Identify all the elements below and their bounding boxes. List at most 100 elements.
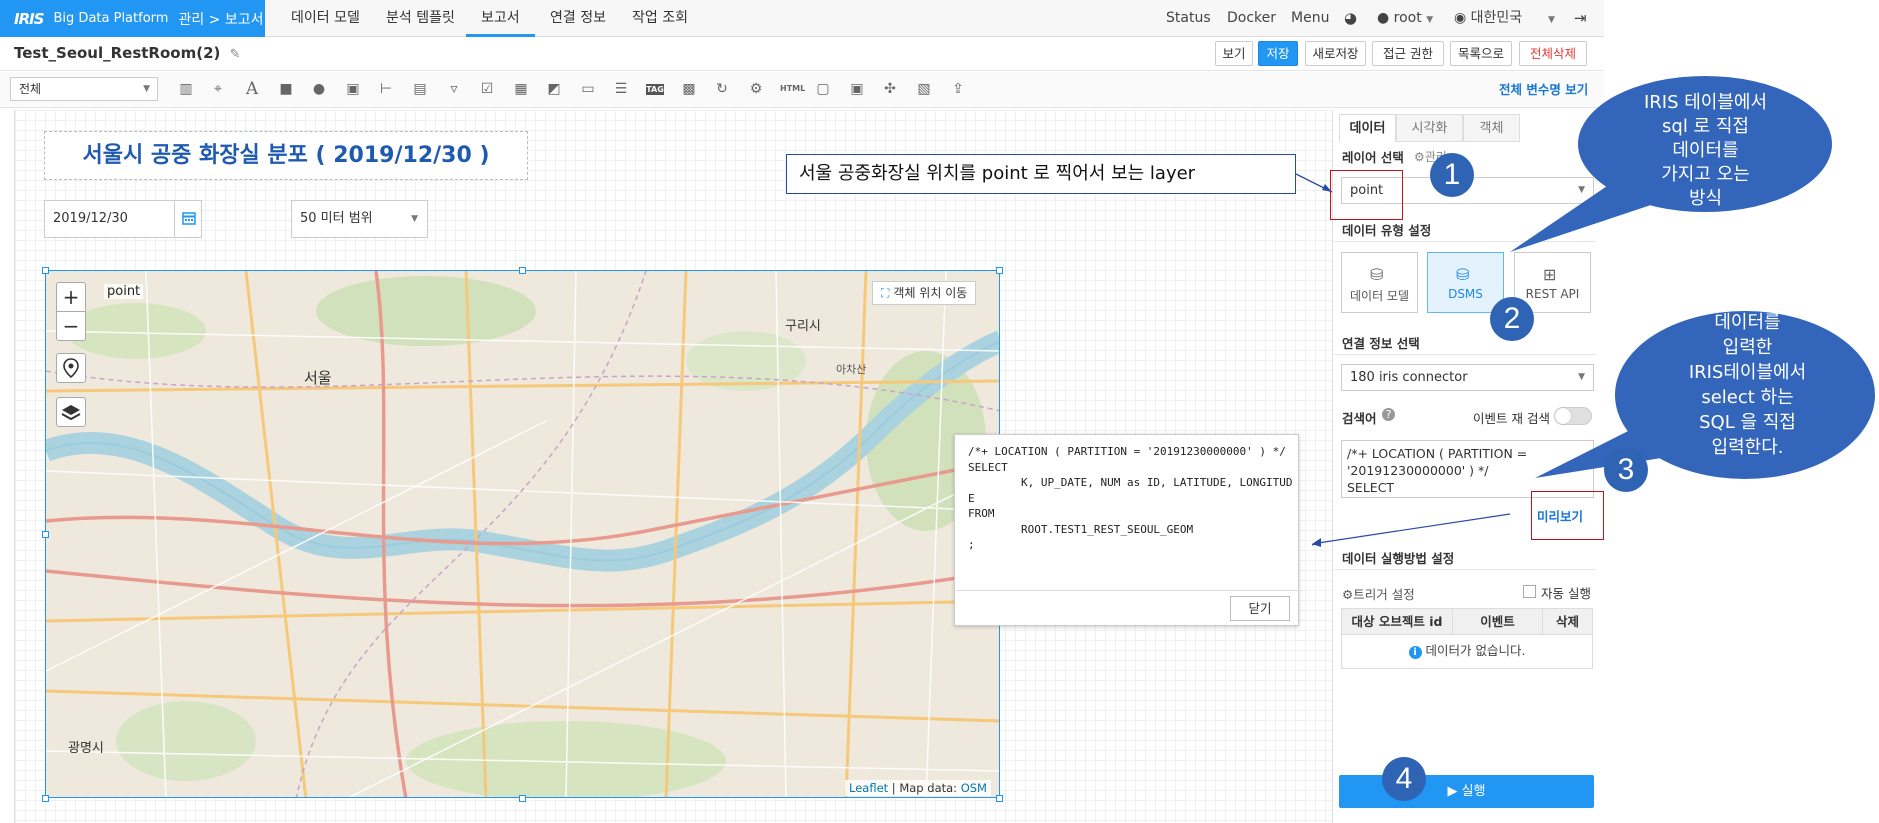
view-button[interactable]: 보기 — [1215, 41, 1253, 66]
attribution-separator: | Map data: — [888, 781, 961, 795]
text-icon[interactable]: A — [243, 80, 261, 98]
date-field[interactable]: 2019/12/30 — [44, 200, 175, 238]
checkbox-icon[interactable]: ☑ — [478, 80, 496, 98]
image-icon[interactable]: ▣ — [344, 80, 362, 98]
table-header-row: 대상 오브젝트 id 이벤트 삭제 — [1341, 608, 1593, 635]
range-select[interactable]: 50 미터 범위 ▼ — [291, 200, 428, 238]
osm-link[interactable]: OSM — [961, 781, 987, 795]
map-icon[interactable]: ⌖ — [209, 80, 227, 98]
calendar-button[interactable] — [175, 200, 202, 238]
resize-handle[interactable] — [996, 267, 1003, 274]
pencil-icon[interactable]: ✎ — [230, 47, 241, 62]
tag-icon[interactable]: TAG — [646, 84, 664, 95]
map-label-guri: 구리시 — [785, 319, 821, 334]
folder-icon[interactable]: ▭ — [579, 80, 597, 98]
chevron-down-icon: ▼ — [143, 84, 150, 94]
settings-icon[interactable]: ⚙ — [747, 80, 765, 98]
bar-chart-icon[interactable]: ▥ — [177, 80, 195, 98]
schedule-icon[interactable]: ▩ — [680, 80, 698, 98]
step-badge-4: 4 — [1382, 757, 1426, 801]
refresh-icon[interactable]: ↻ — [713, 80, 731, 98]
menu-link[interactable]: Menu — [1291, 0, 1329, 37]
info-icon: i — [1408, 646, 1422, 659]
brand-area[interactable]: IRIS Big Data Platform 관리 > 보고서 — [0, 0, 265, 37]
callout-input-sql: 데이터를 입력한 IRIS테이블에서 select 하는 SQL 을 직접 입력… — [1688, 312, 1807, 458]
resize-handle[interactable] — [996, 795, 1003, 802]
back-to-list-button[interactable]: 목록으로 — [1450, 41, 1512, 66]
circle-icon[interactable]: ● — [310, 80, 328, 98]
map-label-seoul: 서울 — [304, 369, 332, 387]
resize-handle[interactable] — [519, 795, 526, 802]
auto-run-checkbox[interactable] — [1523, 585, 1536, 598]
data-type-section-title: 데이터 유형 설정 — [1342, 223, 1432, 238]
resize-handle[interactable] — [42, 795, 49, 802]
tab-visualization[interactable]: 시각화 — [1396, 114, 1463, 142]
status-link[interactable]: Status — [1166, 0, 1211, 37]
document-title: Test_Seoul_RestRoom(2) ✎ — [14, 44, 241, 62]
query-section-title: 검색어 — [1342, 411, 1377, 426]
highlight-preview-button — [1531, 491, 1604, 540]
rect-icon[interactable]: ■ — [277, 80, 295, 98]
breadcrumb: 관리 > 보고서 — [178, 11, 264, 28]
data-type-label: REST API — [1525, 287, 1580, 301]
gear-icon: ⚙ — [1342, 587, 1354, 602]
layers-button[interactable] — [56, 397, 86, 427]
data-type-dsms[interactable]: ⛁ DSMS — [1427, 252, 1504, 313]
chevron-down-icon[interactable]: ▼ — [1548, 0, 1555, 37]
theme-icon[interactable]: ◕ — [1344, 0, 1357, 37]
docker-link[interactable]: Docker — [1227, 0, 1276, 37]
save-button[interactable]: 저장 — [1258, 41, 1298, 66]
html-icon[interactable]: HTML — [780, 80, 805, 98]
nav-data-model[interactable]: 데이터 모델 — [291, 0, 360, 37]
dropdown-icon[interactable]: ▿ — [445, 80, 463, 98]
document-title-text: Test_Seoul_RestRoom(2) — [14, 44, 221, 62]
leaflet-link[interactable]: Leaflet — [849, 781, 888, 795]
access-permission-button[interactable]: 접근 권한 — [1372, 41, 1444, 66]
trigger-settings-label: 트리거 설정 — [1353, 587, 1415, 602]
move-icon: ⛶ — [881, 286, 890, 300]
logout-icon[interactable]: ⇥ — [1574, 0, 1587, 37]
region-menu[interactable]: ◉ 대한민국 — [1454, 0, 1522, 37]
calendar-icon[interactable]: ▦ — [512, 80, 530, 98]
resize-handle[interactable] — [42, 531, 49, 538]
location-pin-icon — [63, 358, 79, 379]
database-icon: ⛁ — [1456, 265, 1470, 284]
data-type-data-model[interactable]: ⛁ 데이터 모델 — [1341, 252, 1418, 313]
run-button[interactable]: ▶ 실행 — [1339, 775, 1594, 808]
save-new-button[interactable]: 새로저장 — [1305, 41, 1366, 66]
gallery-icon[interactable]: ▧ — [915, 80, 933, 98]
zoom-in-button[interactable]: + — [56, 282, 86, 312]
nav-connection-info[interactable]: 연결 정보 — [550, 0, 606, 37]
frame-icon[interactable]: ▢ — [814, 80, 832, 98]
user-menu[interactable]: ● root ▼ — [1377, 0, 1433, 37]
resize-handle[interactable] — [519, 267, 526, 274]
close-button[interactable]: 닫기 — [1230, 596, 1290, 621]
location-button[interactable] — [56, 353, 86, 383]
export-icon[interactable]: ⇪ — [949, 80, 967, 98]
zoom-out-button[interactable]: − — [56, 311, 86, 341]
database-icon: ⛁ — [1370, 265, 1384, 284]
sql-preview-text: /*+ LOCATION ( PARTITION = '201912300000… — [968, 445, 1293, 551]
help-icon[interactable]: ? — [1382, 408, 1395, 421]
user-name: root — [1393, 10, 1422, 26]
scope-select[interactable]: 전체 ▼ — [10, 77, 158, 101]
query-text: /*+ LOCATION ( PARTITION = '201912300000… — [1347, 446, 1528, 495]
tab-data[interactable]: 데이터 — [1339, 114, 1396, 142]
step-badge-3: 3 — [1604, 448, 1648, 492]
gear-icon: ⚙ — [1414, 150, 1425, 164]
nav-job-history[interactable]: 작업 조회 — [632, 0, 688, 37]
label-icon[interactable]: ▤ — [411, 80, 429, 98]
resize-handle[interactable] — [42, 267, 49, 274]
window-icon[interactable]: ▣ — [848, 80, 866, 98]
nav-report[interactable]: 보고서 — [466, 0, 535, 37]
move-object-button[interactable]: ⛶ 객체 위치 이동 — [872, 281, 977, 305]
table-header-delete: 삭제 — [1555, 614, 1579, 629]
split-icon[interactable]: ✣ — [881, 80, 899, 98]
nav-analysis-template[interactable]: 분석 템플릿 — [386, 0, 455, 37]
map-widget[interactable]: 서울 구리시 광명시 아차산 — [45, 270, 1000, 798]
list-icon[interactable]: ☰ — [612, 80, 630, 98]
tab-icon[interactable]: ◩ — [545, 80, 563, 98]
slider-icon[interactable]: ⊢ — [377, 80, 395, 98]
trigger-settings-link[interactable]: ⚙트리거 설정 — [1342, 584, 1415, 603]
delete-all-button[interactable]: 전체삭제 — [1519, 41, 1587, 66]
